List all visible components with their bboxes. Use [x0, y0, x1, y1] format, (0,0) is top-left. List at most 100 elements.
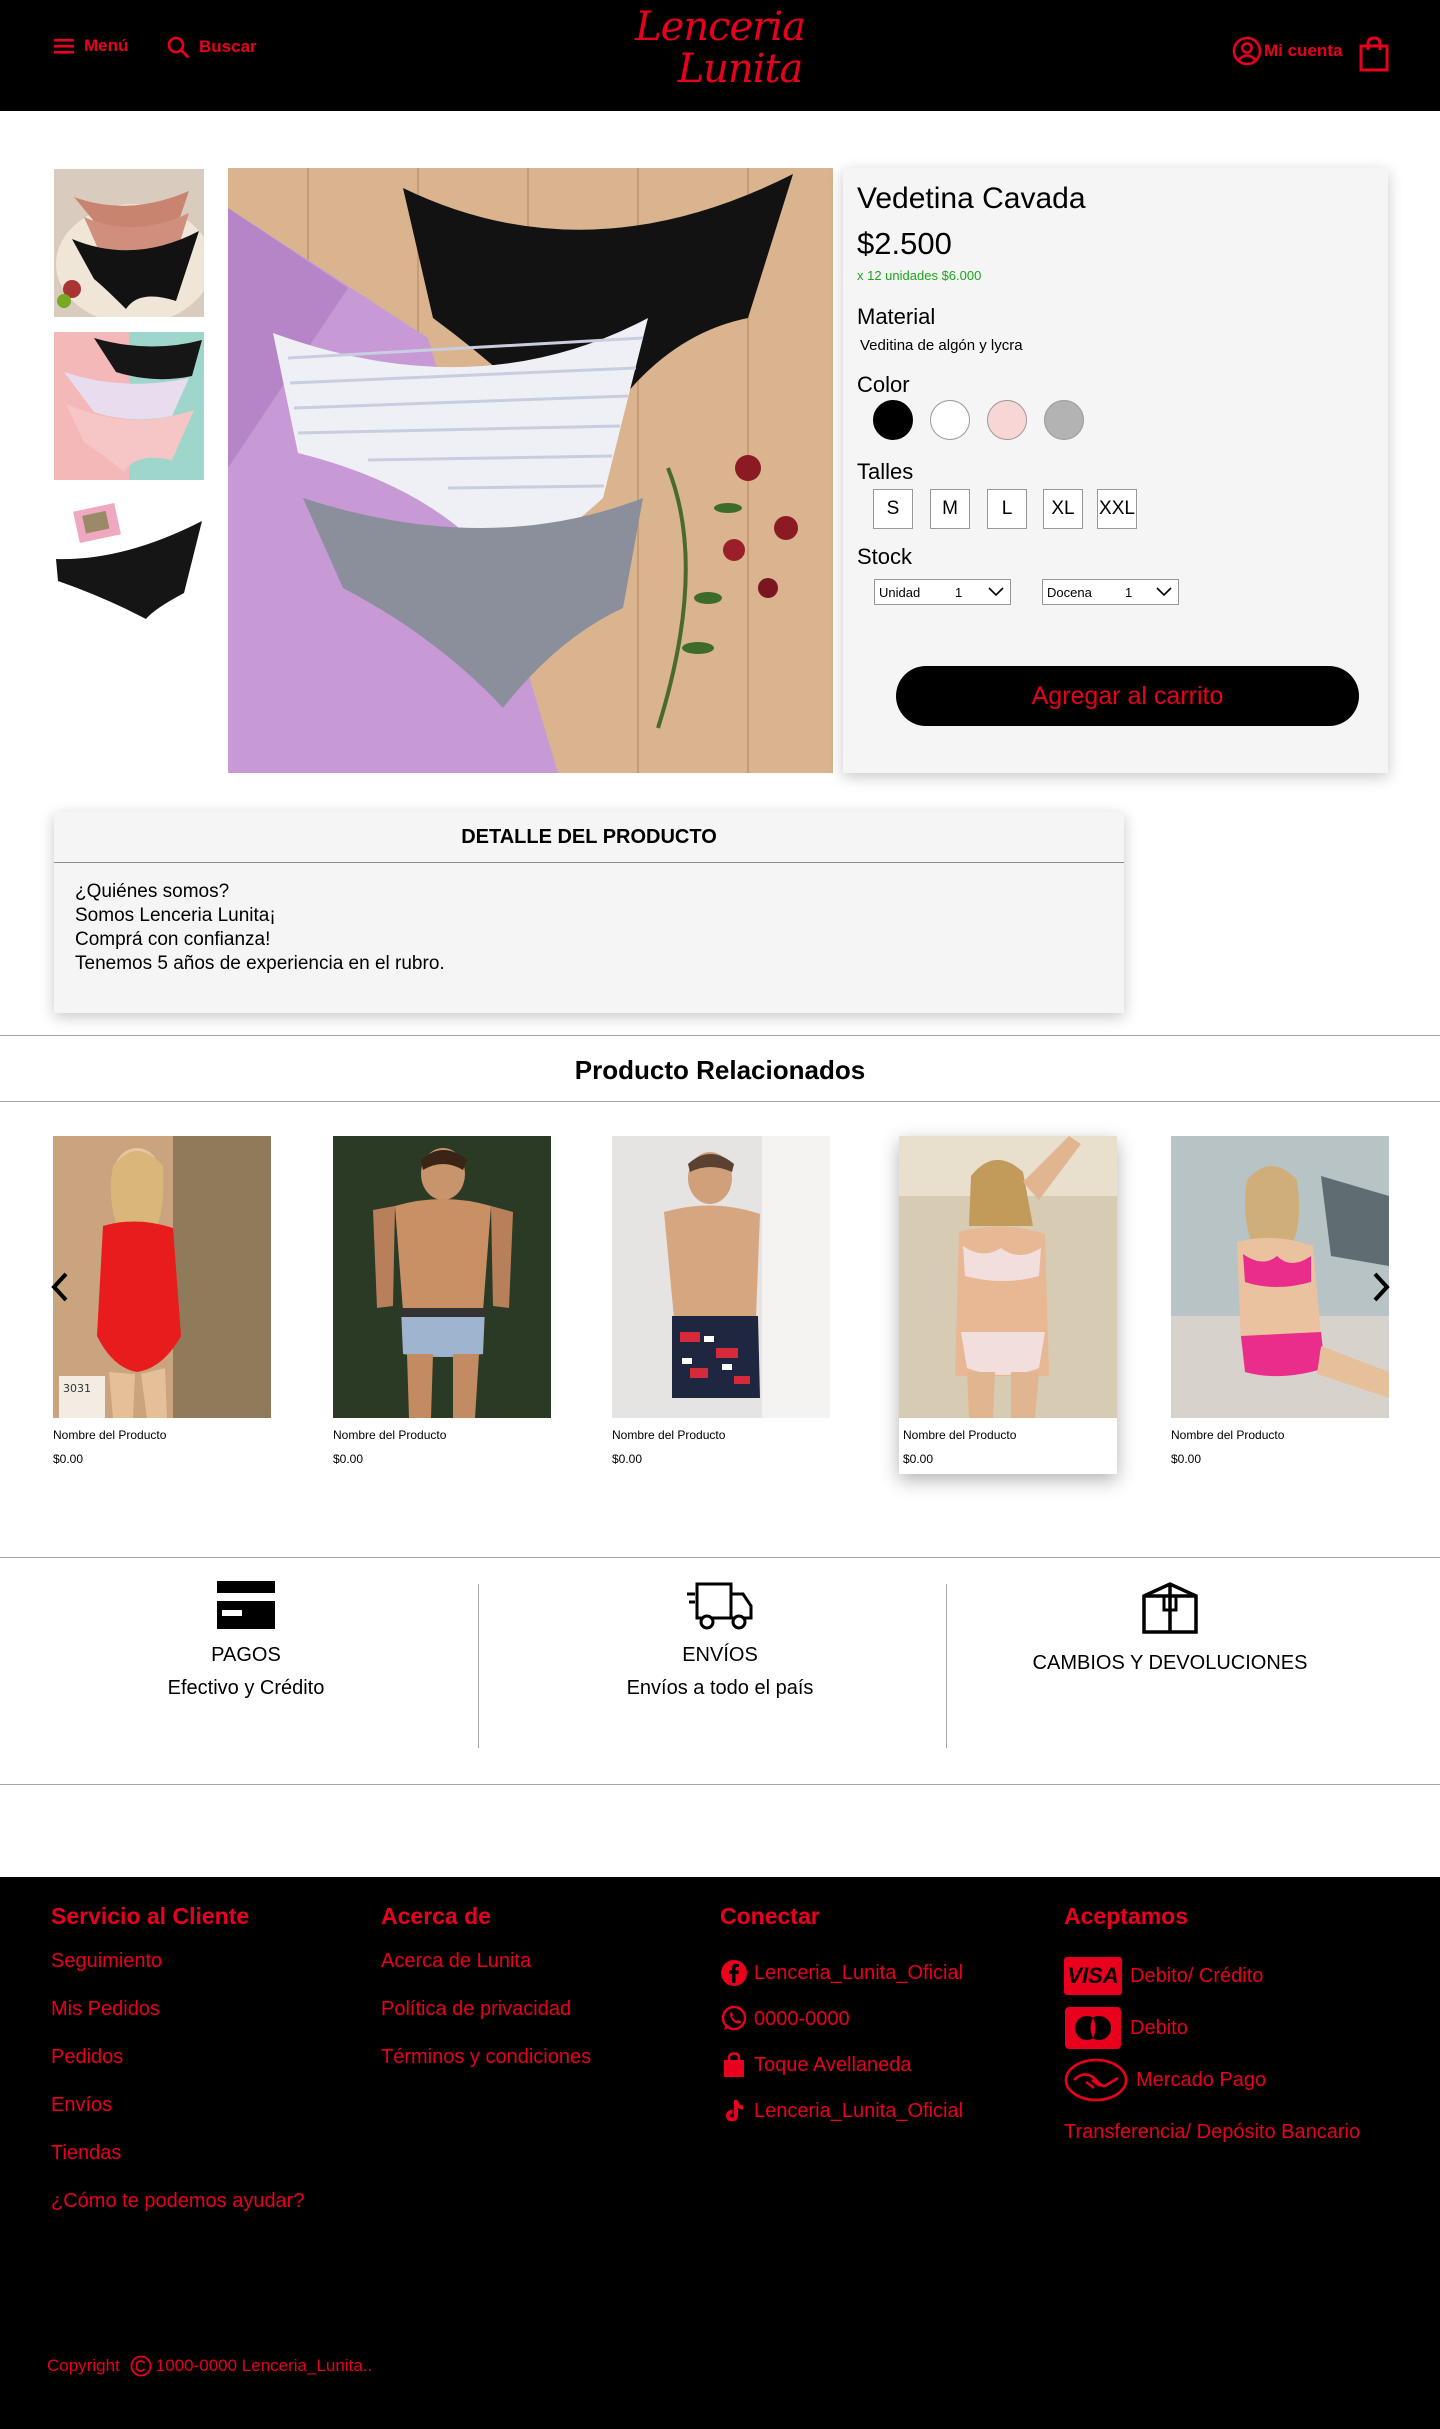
stock-dozen-select[interactable]: Docena 1 [1042, 579, 1179, 605]
feature-title: ENVÍOS [682, 1644, 758, 1666]
stock-dozen-qty: 1 [1125, 584, 1133, 600]
tiktok-link[interactable]: Lenceria_Lunita_Oficial [720, 2088, 963, 2134]
related-product-card[interactable]: Nombre del Producto $0.00 [612, 1136, 830, 1466]
related-product-price: $0.00 [53, 1452, 84, 1466]
footer-link-stores[interactable]: Tiendas [51, 2142, 304, 2190]
tiktok-icon [726, 2100, 743, 2122]
size-option-s[interactable]: S [873, 489, 913, 529]
account-label: Mi cuenta [1264, 41, 1343, 60]
search-button[interactable]: Buscar [167, 36, 257, 58]
thumbnail-image [54, 169, 204, 317]
footer-link-privacy[interactable]: Política de privacidad [381, 1998, 591, 2046]
footer-heading: Conectar [720, 1903, 820, 1929]
footer-link-orders[interactable]: Pedidos [51, 2046, 304, 2094]
size-option-m[interactable]: M [930, 489, 970, 529]
product-tag: 3031 [63, 1382, 91, 1395]
footer-link-shipping[interactable]: Envíos [51, 2094, 304, 2142]
related-product-name: Nombre del Producto [612, 1428, 726, 1442]
account-button[interactable]: Mi cuenta [1232, 36, 1342, 66]
product-thumbnail-2[interactable] [54, 332, 204, 480]
size-option-xxl[interactable]: XXL [1097, 489, 1137, 529]
feature-payments: PAGOS Efectivo y Crédito [96, 1580, 396, 1700]
material-label: Material [857, 304, 936, 329]
footer-heading: Acerca de [381, 1903, 491, 1929]
whatsapp-icon [721, 2005, 747, 2031]
copyright-icon [130, 2355, 152, 2377]
related-product-name: Nombre del Producto [53, 1428, 167, 1442]
related-product-card-featured[interactable]: Nombre del Producto $0.00 [899, 1136, 1117, 1474]
feature-title: PAGOS [211, 1644, 281, 1666]
chevron-down-icon [1156, 587, 1172, 597]
related-product-card[interactable]: Nombre del Producto $0.00 [333, 1136, 551, 1466]
related-product-price: $0.00 [903, 1452, 934, 1466]
menu-button[interactable]: Menú [54, 36, 128, 56]
stock-unit-qty: 1 [955, 584, 963, 600]
store-location[interactable]: Toque Avellaneda [720, 2042, 963, 2088]
color-swatch-gray[interactable] [1044, 400, 1084, 440]
product-info-card: Vedetina Cavada $2.500 x 12 unidades $6.… [843, 168, 1388, 773]
stock-unit-label: Unidad [879, 584, 921, 600]
footer-link-terms[interactable]: Términos y condiciones [381, 2046, 591, 2094]
whatsapp-label: 0000-0000 [754, 2007, 850, 2030]
payment-mastercard: Debito [1064, 2002, 1360, 2054]
footer-link-my-orders[interactable]: Mis Pedidos [51, 1998, 304, 2046]
related-product-price: $0.00 [612, 1452, 643, 1466]
transfer-label: Transferencia/ Depósito Bancario [1064, 2120, 1361, 2143]
delivery-truck-icon [687, 1582, 753, 1630]
carousel-prev-button[interactable] [50, 1272, 70, 1307]
footer-service-column: Servicio al Cliente Seguimiento Mis Pedi… [51, 1903, 304, 2238]
site-logo[interactable]: Lenceria Lunita [600, 6, 840, 102]
whatsapp-link[interactable]: 0000-0000 [720, 1996, 963, 2042]
related-product-name: Nombre del Producto [903, 1428, 1017, 1442]
color-swatch-pink[interactable] [987, 400, 1027, 440]
detail-line: Comprá con confianza! [75, 929, 271, 950]
store-label: Toque Avellaneda [754, 2053, 912, 2076]
carousel-next-button[interactable] [1371, 1272, 1391, 1307]
credit-card-icon [217, 1581, 275, 1629]
mercadopago-icon [1064, 2058, 1128, 2102]
related-product-image [612, 1136, 830, 1418]
cart-button[interactable] [1359, 36, 1389, 72]
feature-title: CAMBIOS Y DEVOLUCIONES [1032, 1652, 1308, 1674]
facebook-link[interactable]: Lenceria_Lunita_Oficial [720, 1950, 963, 1996]
footer-link-tracking[interactable]: Seguimiento [51, 1950, 304, 1998]
footer-link-about[interactable]: Acerca de Lunita [381, 1950, 591, 1998]
color-label: Color [857, 372, 910, 397]
footer-accept-column: Aceptamos VISA Debito/ Crédito Debito Me… [1064, 1903, 1360, 2158]
facebook-icon [721, 1960, 747, 1986]
add-to-cart-button[interactable]: Agregar al carrito [896, 666, 1359, 726]
product-title: Vedetina Cavada [857, 182, 1086, 215]
size-option-l[interactable]: L [987, 489, 1027, 529]
related-product-card[interactable]: 3031 Nombre del Producto $0.00 [53, 1136, 271, 1466]
size-option-xl[interactable]: XL [1043, 489, 1083, 529]
facebook-label: Lenceria_Lunita_Oficial [754, 1961, 964, 1984]
box-icon [1142, 1582, 1198, 1634]
mastercard-icon [1065, 2007, 1121, 2049]
related-product-image [1171, 1136, 1389, 1418]
site-footer: Servicio al Cliente Seguimiento Mis Pedi… [0, 1877, 1440, 2429]
related-product-card[interactable]: Nombre del Producto $0.00 [1171, 1136, 1389, 1466]
logo-line-2: Lunita [677, 46, 804, 92]
feature-returns: CAMBIOS Y DEVOLUCIONES [1010, 1580, 1330, 1685]
feature-subtitle: Efectivo y Crédito [167, 1677, 325, 1699]
footer-link-help[interactable]: ¿Cómo te podemos ayudar? [51, 2190, 304, 2238]
divider [478, 1584, 479, 1748]
payment-transfer: Transferencia/ Depósito Bancario [1064, 2106, 1360, 2158]
related-product-image [899, 1136, 1117, 1418]
payment-visa: VISA Debito/ Crédito [1064, 1950, 1360, 2002]
color-swatch-black[interactable] [873, 400, 913, 440]
shopping-bag-icon [1359, 36, 1389, 72]
divider [0, 1035, 1440, 1036]
related-product-image: 3031 [53, 1136, 271, 1418]
product-thumbnail-1[interactable] [54, 169, 204, 317]
user-icon [1232, 36, 1262, 66]
product-thumbnail-3[interactable] [54, 497, 204, 645]
detail-heading: DETALLE DEL PRODUCTO [54, 812, 1124, 863]
divider [946, 1584, 947, 1748]
color-swatch-white[interactable] [930, 400, 970, 440]
chevron-right-icon [1373, 1272, 1390, 1302]
visa-label: Debito/ Crédito [1130, 1964, 1264, 1987]
chevron-left-icon [51, 1272, 68, 1302]
stock-unit-select[interactable]: Unidad 1 [874, 579, 1011, 605]
copyright: Copyright 1000-0000 Lenceria_Lunita.. [47, 2355, 372, 2377]
